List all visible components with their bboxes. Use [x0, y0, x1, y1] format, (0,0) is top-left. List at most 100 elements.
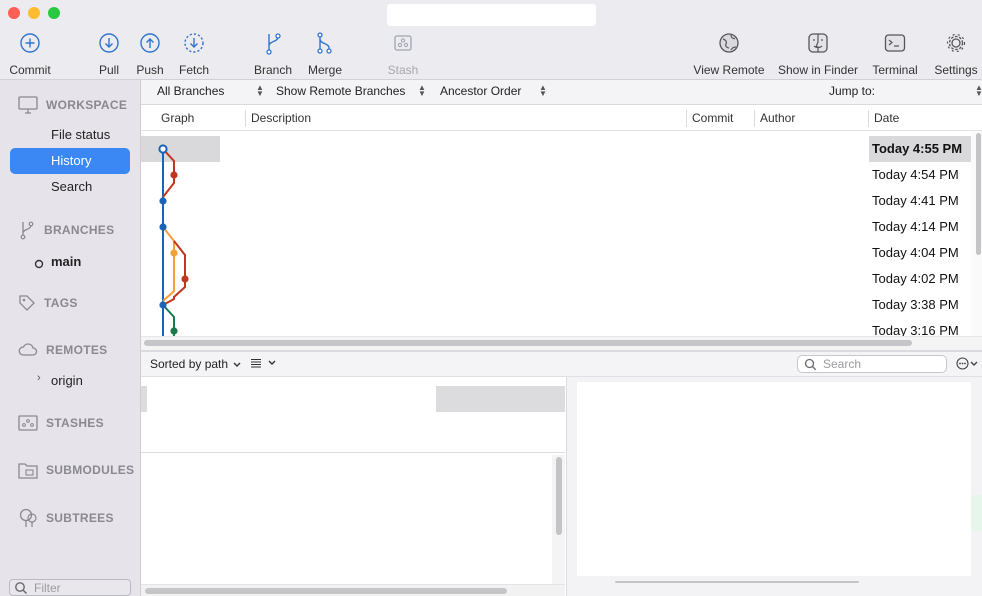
commit-node — [181, 275, 189, 283]
file-search-input[interactable]: Search — [797, 355, 947, 373]
commit-node — [158, 144, 168, 154]
sidebar-section-subtrees[interactable]: SUBTREES — [18, 508, 114, 528]
branch-icon — [20, 221, 34, 240]
stashes-label: STASHES — [46, 416, 104, 430]
remote-branches-dropdown[interactable]: Show Remote Branches — [276, 84, 405, 98]
commit-button[interactable]: Commit — [5, 30, 55, 77]
commit-node — [159, 223, 167, 231]
sidebar-item-search[interactable]: Search — [51, 179, 92, 194]
sidebar-section-branches[interactable]: BRANCHES — [18, 220, 114, 240]
history-vertical-scroll-thumb[interactable] — [976, 133, 981, 255]
file-list-scroll-thumb[interactable] — [556, 457, 562, 535]
merge-icon — [317, 32, 332, 54]
submodules-label: SUBMODULES — [46, 463, 135, 477]
branches-label: BRANCHES — [44, 223, 115, 237]
tag-icon — [19, 295, 35, 311]
row-highlight — [436, 386, 565, 412]
updown-arrows-icon: ▲ ▼ — [539, 83, 547, 98]
monitor-icon — [18, 96, 38, 114]
branch-label: Branch — [253, 63, 293, 77]
commit-date: Today 4:54 PM — [872, 167, 959, 182]
updown-arrows-icon: ▲ ▼ — [975, 83, 982, 98]
branch-button[interactable]: Branch — [251, 30, 295, 77]
view-remote-label: View Remote — [693, 63, 765, 77]
subtrees-label: SUBTREES — [46, 511, 114, 525]
sidebar-section-stashes[interactable]: STASHES — [18, 414, 104, 432]
window-title — [387, 4, 596, 26]
sidebar-section-remotes[interactable]: REMOTES — [18, 342, 107, 358]
close-window-button[interactable] — [8, 7, 20, 19]
zoom-window-button[interactable] — [48, 7, 60, 19]
merge-button[interactable]: Merge — [303, 30, 347, 77]
more-options-button[interactable] — [956, 357, 978, 370]
stash-icon — [394, 35, 412, 51]
column-header-description[interactable]: Description — [251, 111, 311, 125]
chevron-down-icon — [268, 360, 276, 365]
sidebar-filter-input[interactable]: Filter — [9, 579, 131, 596]
sidebar-section-tags[interactable]: TAGS — [18, 294, 78, 312]
settings-label: Settings — [934, 63, 978, 77]
remotes-label: REMOTES — [46, 343, 108, 357]
diff-content — [577, 438, 971, 576]
pull-button[interactable]: Pull — [89, 30, 129, 77]
column-header-author[interactable]: Author — [760, 111, 795, 125]
view-mode-dropdown[interactable] — [250, 358, 277, 368]
sidebar-section-submodules[interactable]: SUBMODULES — [18, 461, 134, 479]
merge-label: Merge — [307, 63, 342, 77]
globe-icon — [719, 33, 739, 53]
updown-arrows-icon: ▲ ▼ — [418, 83, 426, 98]
stash-label: Stash — [387, 63, 419, 77]
settings-button[interactable]: Settings — [931, 30, 981, 77]
column-divider[interactable] — [686, 110, 687, 127]
history-horizontal-scroll-thumb[interactable] — [144, 340, 912, 346]
pull-icon — [99, 33, 119, 53]
commit-date: Today 4:41 PM — [872, 193, 959, 208]
column-header-date[interactable]: Date — [874, 111, 899, 125]
commit-date: Today 4:04 PM — [872, 245, 959, 260]
sidebar-item-file-status[interactable]: File status — [51, 127, 110, 142]
divider — [141, 452, 565, 453]
sort-dropdown[interactable]: Sorted by path — [150, 357, 241, 371]
commit-date: Today 4:55 PM — [872, 141, 963, 156]
fetch-button[interactable]: Fetch — [173, 30, 215, 77]
minimize-window-button[interactable] — [28, 7, 40, 19]
sidebar-item-remote-origin[interactable]: origin — [51, 373, 83, 388]
fetch-label: Fetch — [178, 63, 209, 77]
branches-dropdown[interactable]: All Branches — [157, 84, 224, 98]
terminal-button[interactable]: Terminal — [870, 30, 920, 77]
show-in-finder-button[interactable]: Show in Finder — [777, 30, 859, 77]
tree-icon — [19, 508, 37, 527]
push-button[interactable]: Push — [130, 30, 170, 77]
column-divider[interactable] — [245, 110, 246, 127]
view-remote-button[interactable]: View Remote — [693, 30, 765, 77]
sidebar-item-branch-main[interactable]: main — [51, 254, 81, 269]
terminal-icon — [884, 34, 906, 52]
sort-label: Sorted by path — [150, 357, 229, 371]
column-header-graph[interactable]: Graph — [161, 111, 194, 125]
column-divider[interactable] — [754, 110, 755, 127]
list-icon — [251, 358, 261, 368]
commit-date: Today 4:02 PM — [872, 271, 959, 286]
commit-node — [159, 197, 167, 205]
terminal-label: Terminal — [872, 63, 918, 77]
stash-button[interactable]: Stash — [383, 30, 423, 77]
commit-details-pane[interactable] — [141, 377, 565, 596]
column-header-commit[interactable]: Commit — [692, 111, 733, 125]
file-list-horizontal-scroll-thumb[interactable] — [145, 588, 507, 594]
search-icon — [15, 581, 28, 594]
diff-added-marker — [971, 495, 982, 531]
updown-arrows-icon: ▲ ▼ — [256, 83, 264, 98]
column-divider[interactable] — [868, 110, 869, 127]
sidebar-item-history-label: History — [51, 153, 92, 168]
commit-history-list[interactable]: Today 4:55 PM Today 4:54 PM Today 4:41 P… — [141, 131, 971, 336]
commit-node — [170, 327, 178, 335]
push-label: Push — [136, 63, 164, 77]
chevron-right-icon[interactable]: › — [37, 372, 41, 384]
order-dropdown[interactable]: Ancestor Order — [440, 84, 521, 98]
diff-horizontal-scroll-thumb[interactable] — [615, 581, 859, 583]
jump-to-dropdown[interactable]: Jump to: — [829, 84, 875, 98]
sidebar-section-workspace[interactable]: WORKSPACE — [18, 96, 127, 114]
workspace-label: WORKSPACE — [46, 98, 128, 112]
diff-pane[interactable] — [566, 377, 982, 596]
search-placeholder: Search — [823, 357, 862, 371]
